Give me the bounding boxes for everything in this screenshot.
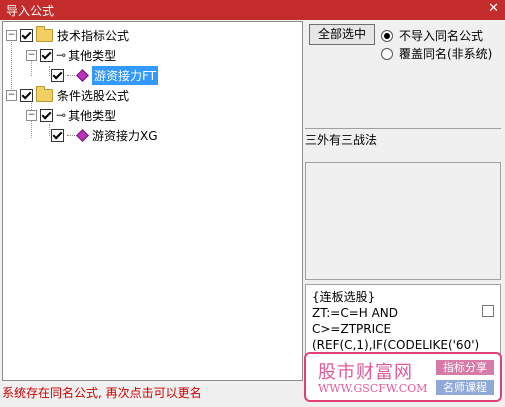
tree-node-tech-indicators[interactable]: − 技术指标公式 [6, 25, 130, 44]
formula-name-display: 三外有三战法 [305, 133, 378, 147]
checkbox-other-types-1[interactable] [40, 48, 53, 62]
key-icon: ⊸ [56, 108, 66, 122]
tree-connector [49, 124, 50, 136]
title-bar: 导入公式 ✕ [0, 0, 505, 20]
formula-icon [76, 128, 89, 142]
divider [305, 128, 501, 129]
tree-node-label: 游资接力XG [92, 128, 158, 143]
select-all-button[interactable]: 全部选中 [309, 24, 375, 45]
watermark-brand: 股市财富网 [318, 362, 413, 383]
radio-button[interactable] [381, 47, 393, 60]
tree-node-label: 其他类型 [68, 48, 117, 63]
formula-icon [76, 68, 89, 82]
checkbox-formula-xg[interactable] [51, 128, 64, 142]
radio-overwrite-duplicates[interactable]: 覆盖同名(非系统) [381, 45, 492, 62]
window-title: 导入公式 [6, 4, 55, 18]
checkbox-condition-select[interactable] [20, 88, 33, 102]
watermark-tag-share: 指标分享 [436, 360, 494, 375]
folder-icon [36, 85, 53, 102]
radio-label: 不导入同名公式 [399, 29, 484, 43]
collapse-icon[interactable]: − [6, 29, 17, 41]
checkbox-tech-indicators[interactable] [20, 28, 33, 42]
formula-tree[interactable]: − 技术指标公式 − ⊸ 其他类型 游资接力FT − 条件选股公式 − ⊸ 其他… [2, 21, 303, 381]
close-icon[interactable]: ✕ [488, 1, 499, 16]
radio-skip-duplicates[interactable]: 不导入同名公式 [381, 27, 483, 44]
tree-connector [49, 66, 50, 76]
tree-node-label: 条件选股公式 [57, 88, 130, 103]
scroll-box[interactable] [482, 305, 494, 317]
checkbox-other-types-2[interactable] [40, 108, 53, 122]
tree-node-label: 游资接力FT [92, 65, 159, 85]
tree-connector [67, 134, 75, 136]
tree-node-formula-ft[interactable]: 游资接力FT [51, 65, 159, 85]
watermark-logo: 股市财富网 WWW.GSCFW.COM 指标分享 名师课程 [304, 352, 502, 402]
status-message: 系统存在同名公式, 再次点击可以更名 [2, 386, 202, 400]
tree-node-label: 技术指标公式 [57, 28, 130, 43]
collapse-icon[interactable]: − [26, 109, 37, 121]
watermark-tag-course: 名师课程 [436, 380, 494, 395]
watermark-url: WWW.GSCFW.COM [318, 382, 428, 395]
tree-connector [67, 74, 75, 76]
collapse-icon[interactable]: − [26, 49, 37, 61]
tree-node-condition-select[interactable]: − 条件选股公式 [6, 85, 130, 104]
tree-node-other-types-1[interactable]: − ⊸ 其他类型 [26, 46, 116, 64]
tree-node-label: 其他类型 [68, 108, 117, 123]
tree-node-formula-xg[interactable]: 游资接力XG [51, 126, 158, 144]
radio-button-selected[interactable] [381, 29, 393, 42]
checkbox-formula-ft[interactable] [51, 68, 64, 82]
formula-description-box [305, 162, 501, 280]
folder-icon [36, 25, 53, 42]
collapse-icon[interactable]: − [6, 89, 17, 101]
radio-label: 覆盖同名(非系统) [399, 47, 493, 61]
key-icon: ⊸ [56, 48, 66, 62]
tree-node-other-types-2[interactable]: − ⊸ 其他类型 [26, 106, 116, 124]
